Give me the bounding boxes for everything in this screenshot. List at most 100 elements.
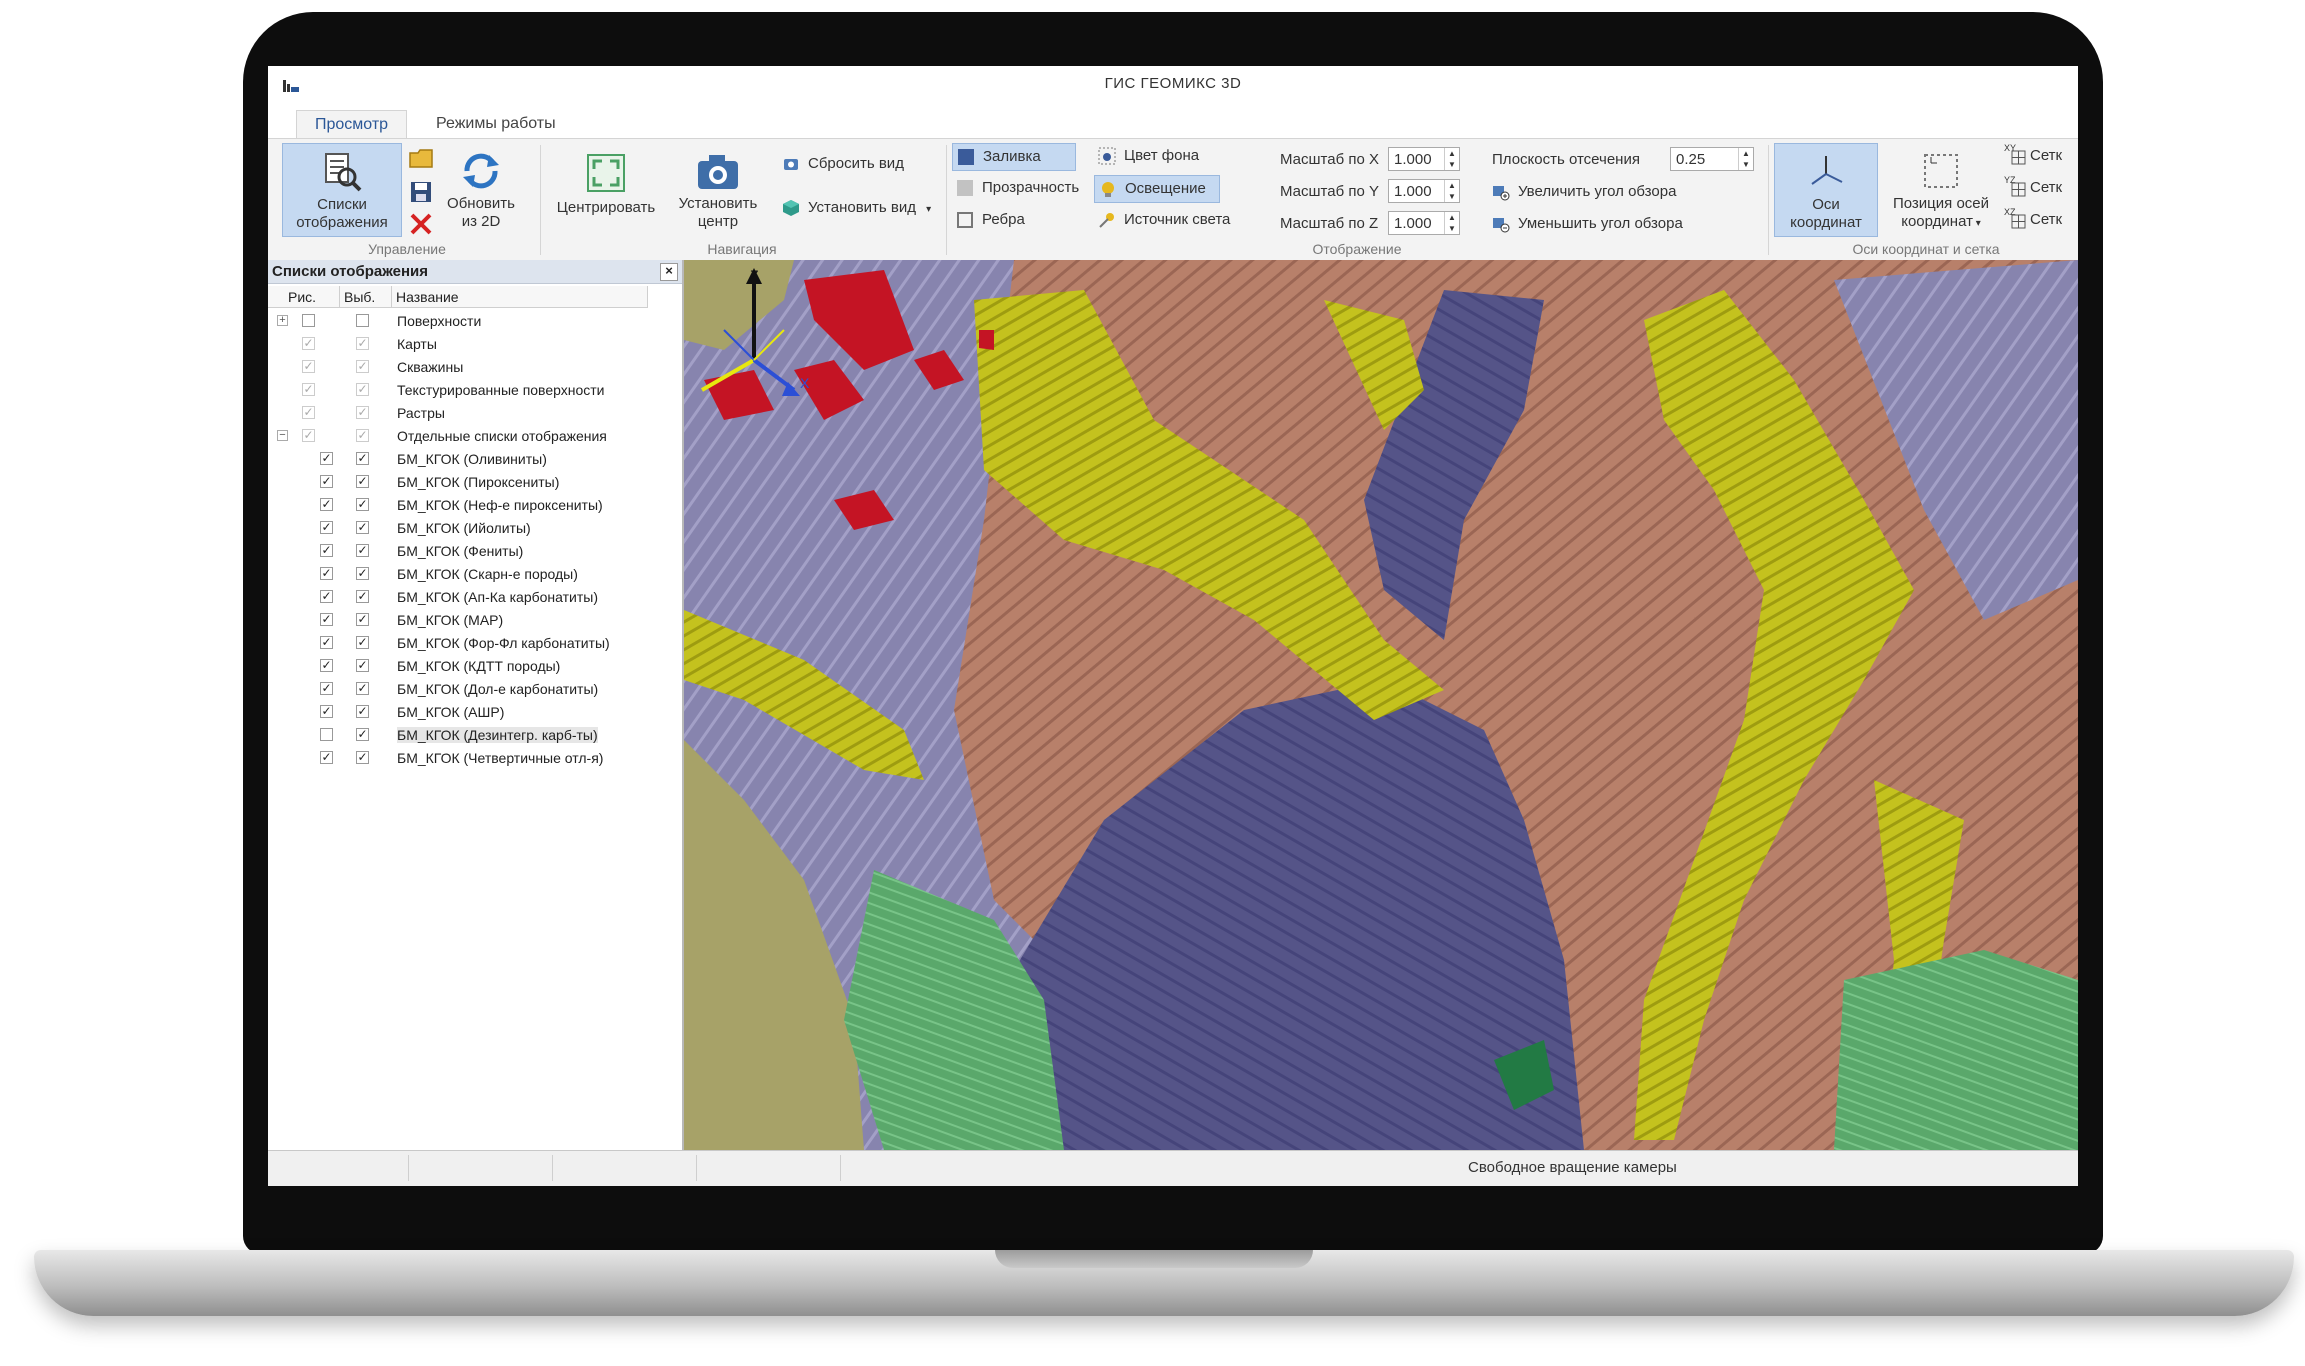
draw-checkbox[interactable]: ✓ <box>320 498 333 511</box>
grid-xz-toggle[interactable]: XZ Сетк <box>2004 207 2062 233</box>
tree-row[interactable]: ✓ ✓ Скважины <box>268 356 682 379</box>
tree-row[interactable]: + Поверхности <box>268 310 682 333</box>
grid-xy-toggle[interactable]: XY Сетк <box>2004 143 2062 169</box>
select-checkbox[interactable]: ✓ <box>356 613 369 626</box>
tree-row[interactable]: ✓ ✓ Текстурированные поверхности <box>268 379 682 402</box>
tree-row[interactable]: ✓ ✓ БМ_КГОК (Фор-Фл карбонатиты) <box>268 632 682 655</box>
select-checkbox[interactable]: ✓ <box>356 728 369 741</box>
select-checkbox[interactable]: ✓ <box>356 452 369 465</box>
select-checkbox[interactable]: ✓ <box>356 636 369 649</box>
draw-checkbox[interactable]: ✓ <box>320 521 333 534</box>
center-button[interactable]: Центрировать <box>550 143 662 217</box>
select-checkbox[interactable]: ✓ <box>356 498 369 511</box>
tree-row[interactable]: ✓ ✓ БМ_КГОК (Четвертичные отл-я) <box>268 747 682 770</box>
display-lists-button[interactable]: Списки отображения <box>282 143 402 237</box>
select-checkbox[interactable]: ✓ <box>356 682 369 695</box>
tree-row[interactable]: ✓ ✓ БМ_КГОК (Ийолиты) <box>268 517 682 540</box>
select-checkbox[interactable]: ✓ <box>356 659 369 672</box>
scale-x-stepper[interactable]: 1.000 ▲ ▼ <box>1388 147 1460 171</box>
tree-row[interactable]: ✓ ✓ БМ_КГОК (Дол-е карбонатиты) <box>268 678 682 701</box>
select-checkbox[interactable]: ✓ <box>356 337 369 350</box>
draw-checkbox[interactable]: ✓ <box>302 337 315 350</box>
draw-checkbox[interactable]: ✓ <box>320 475 333 488</box>
set-view-button[interactable]: Установить вид ▾ <box>778 195 931 221</box>
tree-row[interactable]: ✓ ✓ БМ_КГОК (Оливиниты) <box>268 448 682 471</box>
tab-work-modes[interactable]: Режимы работы <box>418 110 574 138</box>
geology-model-render[interactable]: Z X <box>684 260 2078 1150</box>
draw-checkbox[interactable]: ✓ <box>320 544 333 557</box>
tree-row[interactable]: ✓ ✓ БМ_КГОК (АШР) <box>268 701 682 724</box>
coordinate-axes-toggle[interactable]: Оси координат <box>1774 143 1878 237</box>
draw-checkbox[interactable] <box>302 314 315 327</box>
select-checkbox[interactable]: ✓ <box>356 567 369 580</box>
select-checkbox[interactable]: ✓ <box>356 705 369 718</box>
draw-checkbox[interactable]: ✓ <box>320 613 333 626</box>
open-folder-icon[interactable] <box>408 147 436 171</box>
save-icon[interactable] <box>408 179 434 205</box>
delete-icon[interactable] <box>408 211 434 237</box>
decrease-view-angle-button[interactable]: Уменьшить угол обзора <box>1488 211 1683 237</box>
clip-plane-stepper[interactable]: 0.25 ▲ ▼ <box>1670 147 1754 171</box>
select-checkbox[interactable]: ✓ <box>356 544 369 557</box>
scale-z-stepper[interactable]: 1.000 ▲ ▼ <box>1388 211 1460 235</box>
tree-row[interactable]: ✓ ✓ Растры <box>268 402 682 425</box>
column-header-select[interactable]: Выб. <box>340 286 392 308</box>
draw-checkbox[interactable]: ✓ <box>320 659 333 672</box>
transparency-toggle[interactable]: Прозрачность <box>952 175 1079 201</box>
grid-yz-toggle[interactable]: YZ Сетк <box>2004 175 2062 201</box>
select-checkbox[interactable] <box>356 314 369 327</box>
draw-checkbox[interactable]: ✓ <box>320 636 333 649</box>
tree-row[interactable]: ✓ ✓ Карты <box>268 333 682 356</box>
tree-row[interactable]: ✓ ✓ БМ_КГОК (Скарн-е породы) <box>268 563 682 586</box>
draw-checkbox[interactable]: ✓ <box>302 406 315 419</box>
scale-y-stepper[interactable]: 1.000 ▲ ▼ <box>1388 179 1460 203</box>
light-source-button[interactable]: Источник света <box>1094 207 1230 233</box>
select-checkbox[interactable]: ✓ <box>356 360 369 373</box>
tree-row[interactable]: ✓ БМ_КГОК (Дезинтегр. карб-ты) <box>268 724 682 747</box>
edges-toggle[interactable]: Ребра <box>952 207 1025 233</box>
tree-row[interactable]: ✓ ✓ БМ_КГОК (Пироксениты) <box>268 471 682 494</box>
draw-checkbox[interactable]: ✓ <box>302 429 315 442</box>
draw-checkbox[interactable]: ✓ <box>320 567 333 580</box>
background-color-button[interactable]: Цвет фона <box>1094 143 1199 169</box>
increase-view-angle-button[interactable]: Увеличить угол обзора <box>1488 179 1676 205</box>
select-checkbox[interactable]: ✓ <box>356 406 369 419</box>
select-checkbox[interactable]: ✓ <box>356 383 369 396</box>
column-header-name[interactable]: Название <box>392 286 648 308</box>
draw-checkbox[interactable]: ✓ <box>320 682 333 695</box>
draw-checkbox[interactable]: ✓ <box>320 452 333 465</box>
draw-checkbox[interactable]: ✓ <box>302 383 315 396</box>
spin-arrows-icon[interactable]: ▲ ▼ <box>1444 148 1459 170</box>
expand-toggle-icon[interactable]: − <box>277 430 288 441</box>
refresh-from-2d-button[interactable]: Обновить из 2D <box>440 143 522 231</box>
draw-checkbox[interactable]: ✓ <box>320 705 333 718</box>
tree-row[interactable]: ✓ ✓ БМ_КГОК (КДТТ породы) <box>268 655 682 678</box>
reset-view-button[interactable]: Сбросить вид <box>778 151 904 177</box>
set-center-button[interactable]: Установить центр <box>668 143 768 231</box>
select-checkbox[interactable]: ✓ <box>356 429 369 442</box>
tab-view[interactable]: Просмотр <box>296 110 408 139</box>
tree-row[interactable]: − ✓ ✓ Отдельные списки отображения <box>268 425 682 448</box>
tree-row[interactable]: ✓ ✓ БМ_КГОК (Неф-е пироксениты) <box>268 494 682 517</box>
axes-position-button[interactable]: Позиция осей координат ▾ <box>1882 143 2000 233</box>
draw-checkbox[interactable] <box>320 728 333 741</box>
select-checkbox[interactable]: ✓ <box>356 751 369 764</box>
3d-viewport[interactable]: Z X <box>684 260 2078 1150</box>
tree-row[interactable]: ✓ ✓ БМ_КГОК (МАР) <box>268 609 682 632</box>
spin-arrows-icon[interactable]: ▲ ▼ <box>1444 180 1459 202</box>
close-icon[interactable]: × <box>660 263 678 281</box>
draw-checkbox[interactable]: ✓ <box>320 590 333 603</box>
tree-row[interactable]: ✓ ✓ БМ_КГОК (Фениты) <box>268 540 682 563</box>
spin-arrows-icon[interactable]: ▲ ▼ <box>1444 212 1459 234</box>
select-checkbox[interactable]: ✓ <box>356 590 369 603</box>
expand-toggle-icon[interactable]: + <box>277 315 288 326</box>
lighting-toggle[interactable]: Освещение <box>1094 175 1220 203</box>
spin-arrows-icon[interactable]: ▲ ▼ <box>1738 148 1753 170</box>
draw-checkbox[interactable]: ✓ <box>320 751 333 764</box>
select-checkbox[interactable]: ✓ <box>356 521 369 534</box>
fill-toggle[interactable]: Заливка <box>952 143 1076 171</box>
column-header-draw[interactable]: Рис. <box>268 286 340 308</box>
tree-row[interactable]: ✓ ✓ БМ_КГОК (Ап-Ка карбонатиты) <box>268 586 682 609</box>
draw-checkbox[interactable]: ✓ <box>302 360 315 373</box>
select-checkbox[interactable]: ✓ <box>356 475 369 488</box>
